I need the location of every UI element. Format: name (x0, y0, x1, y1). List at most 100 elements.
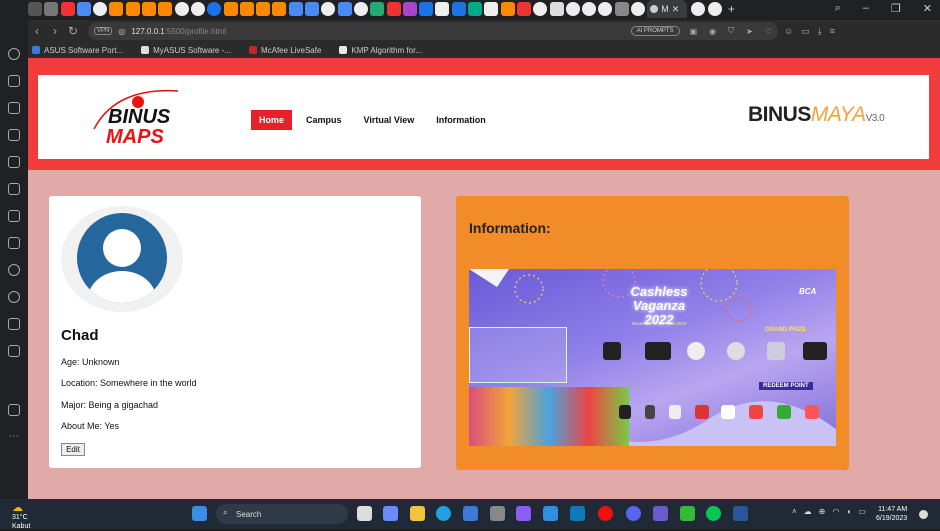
more-icon[interactable]: ⋯ (9, 431, 19, 442)
bookmark-item[interactable]: ASUS Software Port... (32, 46, 123, 55)
battery-icon[interactable]: ▭ (858, 507, 866, 516)
tab-icon[interactable] (256, 2, 271, 16)
tab-icon[interactable] (28, 2, 42, 16)
cube-icon[interactable] (8, 318, 20, 330)
onedrive-icon[interactable]: ☁ (804, 507, 812, 516)
nav-campus[interactable]: Campus (298, 110, 350, 130)
active-tab[interactable]: M ✕ (647, 0, 688, 18)
instagram-icon[interactable] (8, 237, 20, 249)
edit-button[interactable]: Edit (61, 443, 85, 456)
tab-icon[interactable] (337, 2, 352, 16)
close-icon[interactable]: ✕ (672, 4, 680, 15)
wifi-icon[interactable]: ◠ (832, 507, 839, 516)
nav-virtual-view[interactable]: Virtual View (356, 110, 423, 130)
tab-icon[interactable] (60, 2, 75, 16)
weather-widget[interactable]: ☁ 31°C Kabut (12, 503, 30, 531)
camera-icon[interactable]: ◉ (709, 27, 716, 36)
tab-icon[interactable] (93, 2, 108, 16)
tab-icon[interactable] (402, 2, 417, 16)
opera-icon[interactable] (8, 48, 20, 60)
task-view-icon[interactable] (357, 506, 372, 521)
tab-icon[interactable] (484, 2, 499, 16)
tab-icon[interactable] (565, 2, 580, 16)
wallet-icon[interactable]: ▭ (801, 26, 810, 37)
app-icon[interactable] (680, 506, 695, 521)
taskbar-search[interactable]: ⌕ Search (216, 504, 348, 524)
tab-icon[interactable] (630, 2, 645, 16)
volume-icon[interactable]: ◖ (846, 507, 851, 516)
taskbar-clock[interactable]: 11:47 AM 6/19/2023 (876, 505, 907, 523)
minimize-icon[interactable]: – (863, 2, 869, 15)
nav-information[interactable]: Information (428, 110, 494, 130)
music-icon[interactable] (8, 264, 20, 276)
tab-icon[interactable] (598, 2, 613, 16)
screenshot-icon[interactable]: ▣ (690, 27, 698, 36)
file-explorer-icon[interactable] (410, 506, 425, 521)
tab-icon[interactable] (419, 2, 434, 16)
tab-icon[interactable] (533, 2, 548, 16)
bookmark-item[interactable]: McAfee LiveSafe (248, 46, 321, 55)
tab-icon[interactable] (353, 2, 368, 16)
tab-icon[interactable] (386, 2, 401, 16)
tab-icon[interactable] (614, 2, 629, 16)
app-icon[interactable] (653, 506, 668, 521)
opera-icon[interactable] (598, 506, 613, 521)
tab-icon[interactable] (321, 2, 336, 16)
chevron-up-icon[interactable]: ˄ (792, 507, 797, 516)
nav-home[interactable]: Home (251, 110, 293, 130)
tab-icon[interactable] (125, 2, 140, 16)
menu-icon[interactable]: ≡ (830, 26, 835, 37)
maximize-icon[interactable]: ❐ (891, 2, 901, 15)
tab-icon[interactable] (549, 2, 564, 16)
back-icon[interactable]: ‹ (28, 24, 46, 38)
ai-prompts-button[interactable]: AI PROMPTS (630, 26, 680, 36)
discord-icon[interactable] (8, 183, 20, 195)
settings-icon[interactable] (8, 345, 20, 357)
messenger-icon[interactable] (8, 102, 20, 114)
tab-icon[interactable] (207, 2, 222, 16)
shield-icon[interactable]: ⛉ (728, 26, 734, 36)
word-icon[interactable] (733, 506, 748, 521)
gift-icon[interactable] (8, 404, 20, 416)
tab-icon[interactable] (582, 2, 597, 16)
bag-icon[interactable] (8, 75, 20, 87)
tab-icon[interactable] (516, 2, 531, 16)
vscode-icon[interactable] (543, 506, 558, 521)
tab-icon[interactable] (158, 2, 173, 16)
tab-icon[interactable] (305, 2, 320, 16)
tab-icon[interactable] (44, 2, 59, 16)
history-icon[interactable] (8, 291, 20, 303)
notification-icon[interactable] (919, 510, 928, 519)
tab-icon[interactable] (174, 2, 189, 16)
cashless-vaganza-banner[interactable]: Cashless Vaganza 2022 November 2022 - Me… (469, 269, 836, 446)
tab-icon[interactable] (435, 2, 450, 16)
visual-studio-icon[interactable] (516, 506, 531, 521)
language-icon[interactable]: ⊕ (819, 507, 826, 516)
tab-icon[interactable] (288, 2, 303, 16)
tab-icon[interactable] (190, 2, 205, 16)
apps-icon[interactable] (8, 156, 20, 168)
edge-icon[interactable] (436, 506, 451, 521)
tab-icon[interactable] (707, 2, 722, 16)
vpn-badge[interactable]: VPN (94, 27, 113, 35)
bookmark-item[interactable]: KMP Algorithm for... (339, 46, 422, 55)
new-tab-icon[interactable]: + (728, 2, 735, 16)
tab-icon[interactable] (468, 2, 483, 16)
tab-icon[interactable] (223, 2, 238, 16)
tab-icon[interactable] (451, 2, 466, 16)
send-icon[interactable]: ➤ (746, 27, 753, 36)
tab-icon[interactable] (272, 2, 287, 16)
heart-icon[interactable]: ♡ (765, 27, 772, 36)
tab-icon[interactable] (691, 2, 706, 16)
download-icon[interactable]: ⤓ (818, 26, 822, 37)
store-icon[interactable] (463, 506, 478, 521)
tab-icon[interactable] (142, 2, 157, 16)
tab-icon[interactable] (500, 2, 515, 16)
search-tabs-icon[interactable]: ⌕ (835, 2, 841, 15)
app-icon[interactable] (490, 506, 505, 521)
tab-icon[interactable] (76, 2, 91, 16)
line-icon[interactable] (706, 506, 721, 521)
tab-icon[interactable] (239, 2, 254, 16)
url-field[interactable]: VPN ◎ 127.0.0.1:5500/profile.html AI PRO… (88, 22, 778, 40)
bookmark-item[interactable]: MyASUS Software -... (141, 46, 231, 55)
